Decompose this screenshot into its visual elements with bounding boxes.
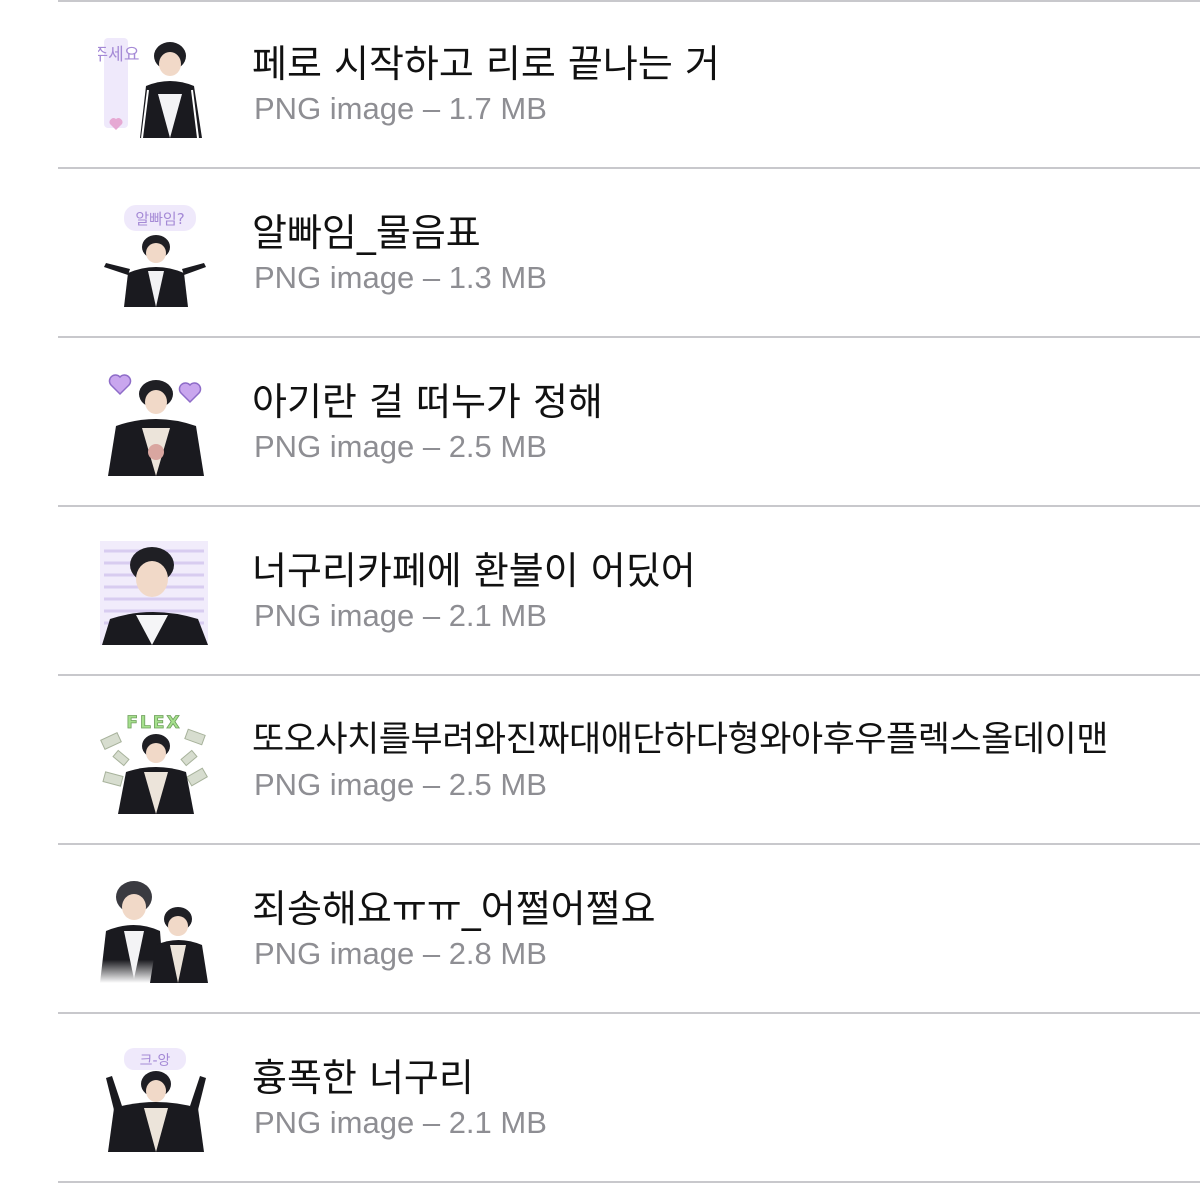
file-title: 페로 시작하고 리로 끝나는 거 [252,42,720,86]
file-row[interactable]: 죄송해요ㅠㅠ_어쩔어쩔요 PNG image – 2.8 MB [0,845,1200,1014]
sticker-thumbnail-icon [98,879,210,987]
file-meta: PNG image – 2.1 MB [254,598,547,633]
file-title: 아기란 걸 떠누가 정해 [252,380,603,424]
sticker-text: 주세요 [98,45,139,65]
sticker-thumbnail-icon [98,541,210,649]
file-title: 흉폭한 너구리 [252,1056,474,1100]
file-meta: PNG image – 2.5 MB [254,429,547,464]
file-meta: PNG image – 1.3 MB [254,260,547,295]
sticker-text: 알빠임? [135,210,184,228]
sticker-thumbnail-icon [98,372,210,480]
file-row[interactable]: FLEX 또오사치를부려와진짜대애단하다형와아후우플렉스올데이맨 PNG ima… [0,676,1200,845]
list-divider [58,1181,1200,1183]
file-row[interactable]: 크-앙 흉폭한 너구리 PNG image – 2.1 MB [0,1014,1200,1183]
sticker-text: FLEX [126,713,181,733]
file-meta: PNG image – 2.1 MB [254,1105,547,1140]
file-row[interactable]: 주세요 페로 시작하고 리로 끝나는 거 PNG image – 1.7 MB [0,0,1200,169]
file-title: 죄송해요ㅠㅠ_어쩔어쩔요 [252,887,656,931]
file-row[interactable]: 알빠임? 알빠임_물음표 PNG image – 1.3 MB [0,169,1200,338]
sticker-text: 크-앙 [140,1053,171,1069]
sticker-thumbnail-icon: 주세요 [98,34,210,142]
file-meta: PNG image – 2.8 MB [254,936,547,971]
sticker-thumbnail-icon: 크-앙 [98,1048,210,1156]
file-row[interactable]: 너구리카페에 환불이 어딨어 PNG image – 2.1 MB [0,507,1200,676]
file-title: 알빠임_물음표 [252,211,481,255]
file-title: 너구리카페에 환불이 어딨어 [252,549,696,593]
file-meta: PNG image – 1.7 MB [254,91,547,126]
sticker-thumbnail-icon: 알빠임? [98,203,210,311]
sticker-thumbnail-icon: FLEX [98,710,210,818]
file-row[interactable]: 아기란 걸 떠누가 정해 PNG image – 2.5 MB [0,338,1200,507]
file-meta: PNG image – 2.5 MB [254,767,547,802]
file-title: 또오사치를부려와진짜대애단하다형와아후우플렉스올데이맨 [252,720,1108,760]
